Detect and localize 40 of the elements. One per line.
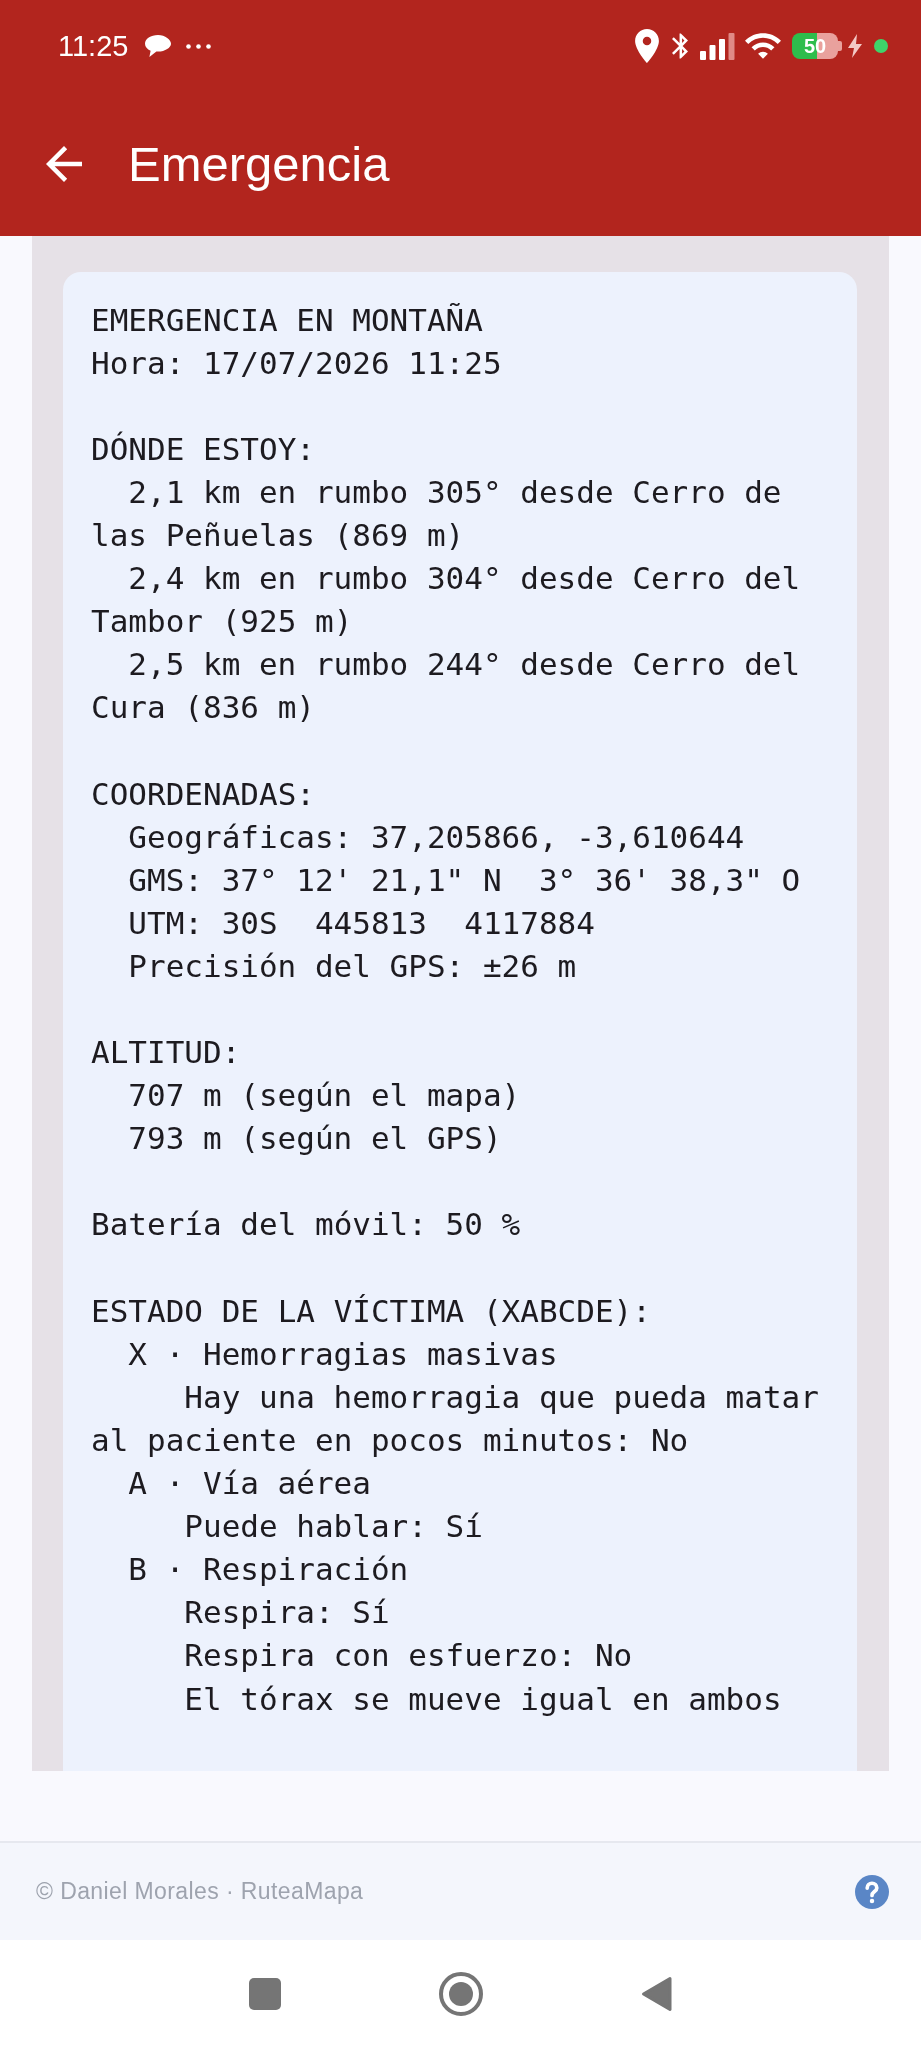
help-icon[interactable] [855,1874,889,1909]
report-line: ALTITUD: [91,1034,241,1071]
more-dots-icon [186,43,212,49]
report-item: A · Vía aérea [128,1465,371,1502]
report-detail: Hay una hemorragia que pueda matar al paciente en pocos minutos: No [91,1378,820,1458]
charging-bolt-icon [848,34,862,58]
report-item: Geográficas: 37,205866, -3,610644 [128,818,745,855]
indicator-dot-icon [874,39,888,53]
report-detail: Puede hablar: Sí [184,1508,483,1545]
screen-title: Emergencia [128,136,390,193]
report-line: ESTADO DE LA VÍCTIMA (XABCDE): [91,1292,651,1329]
report-item: GMS: 37° 12' 21,1" N 3° 36' 38,3" O [128,861,801,898]
report-line: Batería del móvil: 50 % [91,1206,521,1243]
bluetooth-icon [672,33,688,59]
report-item: B · Respiración [128,1551,409,1588]
report-item: 2,5 km en rumbo 244° desde Cerro del Cura (836 m) [91,646,802,726]
report-item: 2,4 km en rumbo 304° desde Cerro del Tambor (925 m) [91,560,802,640]
home-icon[interactable] [438,1972,483,2016]
report-line: Hora: 17/07/2026 11:25 [91,344,502,381]
report-line: DÓNDE ESTOY: [91,430,315,467]
report-detail: El tórax se mueve igual en ambos [184,1680,782,1717]
back-arrow-icon[interactable] [46,146,82,182]
square-icon[interactable] [248,1978,281,2010]
report-item: 2,1 km en rumbo 305° desde Cerro de las Peñuelas (869 m) [91,473,783,553]
report-item: Precisión del GPS: ±26 m [128,947,577,984]
report-detail: Respira con esfuerzo: No [184,1637,633,1674]
report-line: EMERGENCIA EN MONTAÑA [91,301,483,338]
report-item: 793 m (según el GPS) [128,1120,502,1157]
report-item: X · Hemorragias masivas [128,1335,558,1372]
report-detail: Respira: Sí [184,1594,390,1631]
report-line: COORDENADAS: [91,775,315,812]
chat-bubble-icon [145,35,172,57]
footer-credit: © Daniel Morales · RuteaMapa [36,1878,364,1905]
status-time: 11:25 [58,29,129,63]
wifi-icon [745,33,781,59]
signal-bars-icon [700,32,735,60]
report-item: UTM: 30S 445813 4117884 [128,904,595,941]
location-pin-icon [635,29,659,63]
report-item: 707 m (según el mapa) [128,1077,521,1114]
back-icon[interactable] [641,1976,672,2012]
